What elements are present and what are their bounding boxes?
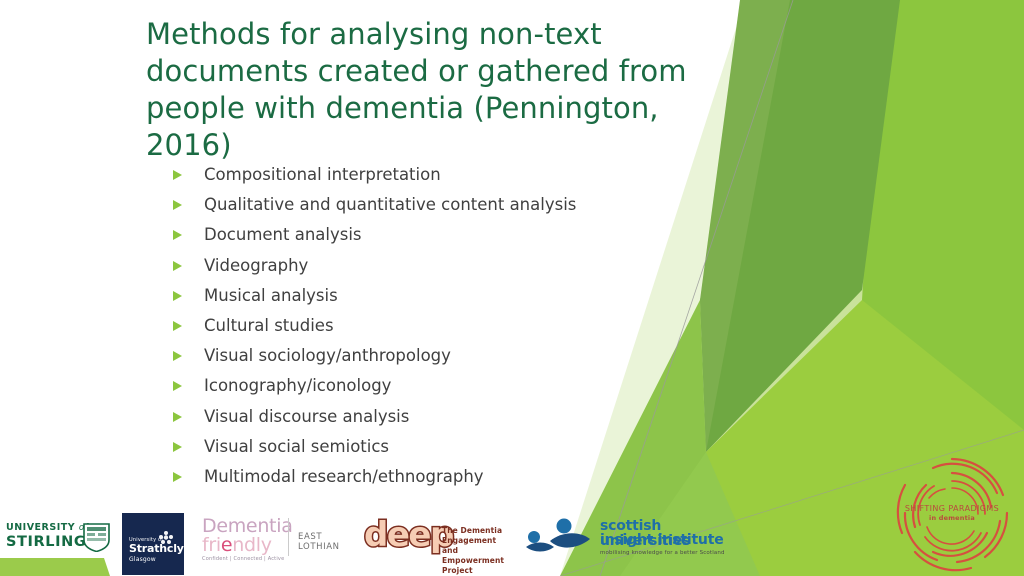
logo-shifting-paradigms: SHIFTING PARADIGMS in dementia [893, 455, 1011, 573]
dementia-friendly-divider [288, 518, 289, 556]
slide-title: Methods for analysing non-text documents… [146, 17, 687, 162]
suii-tagline: mobilising knowledge for a better Scotla… [600, 550, 725, 556]
list-item-label: Compositional interpretation [204, 165, 441, 184]
list-item: Iconography/iconology [170, 371, 790, 401]
deep-subtitle: The Dementia Engagement and Empowerment … [442, 526, 514, 576]
strathclyde-line-3: Glasgow [129, 555, 156, 563]
list-item-label: Document analysis [204, 225, 362, 245]
stirling-wordmark: UNIVERSITY of STIRLING [6, 522, 88, 551]
triangle-bullet-icon [173, 351, 182, 362]
list-item-label: Musical analysis [204, 285, 338, 305]
triangle-bullet-icon [173, 260, 182, 271]
suii-figures-icon [526, 518, 590, 552]
suii-line-2: insight institute [600, 532, 724, 548]
triangle-bullet-icon [173, 230, 182, 241]
list-item-label: Iconography/iconology [204, 376, 392, 396]
logo-university-of-stirling: UNIVERSITY of STIRLING [6, 521, 110, 555]
list-item: Compositional interpretation [170, 160, 790, 190]
list-item: Multimodal research/ethnography [170, 462, 790, 492]
deep-wordmark: deep [363, 515, 456, 555]
bullet-list: Compositional interpretation Qualitative… [170, 160, 790, 492]
list-item: Visual social semiotics [170, 432, 790, 462]
list-item-label: Videography [204, 255, 309, 275]
dementia-friendly-region: EAST LOTHIAN [298, 532, 340, 552]
list-item-label: Visual discourse analysis [204, 406, 410, 426]
list-item: Videography [170, 251, 790, 281]
presentation-slide: Methods for analysing non-text documents… [0, 0, 1024, 576]
list-item: Visual discourse analysis [170, 402, 790, 432]
stirling-line-1: UNIVERSITY of [6, 522, 88, 533]
list-item-label: Multimodal research/ethnography [204, 466, 484, 486]
dementia-friendly-line-2: friendly [202, 534, 272, 556]
list-item: Cultural studies [170, 311, 790, 341]
list-item: Musical analysis [170, 281, 790, 311]
dementia-friendly-tagline: Confident | Connected | Active [202, 556, 285, 562]
stirling-crest-icon [83, 523, 110, 552]
triangle-bullet-icon [173, 200, 182, 211]
logo-dementia-friendly-east-lothian: Dementia friendly Confident | Connected … [202, 514, 348, 566]
strathclyde-line-2: Strathclyde [129, 542, 199, 555]
list-item: Qualitative and quantitative content ana… [170, 190, 790, 220]
stirling-line-2: STIRLING [6, 534, 87, 550]
triangle-bullet-icon [173, 471, 182, 482]
logo-deep: deep The Dementia Engagement and Empower… [363, 515, 514, 576]
strathclyde-wordmark: University of Strathclyde Glasgow [129, 537, 199, 564]
triangle-bullet-icon [173, 290, 182, 301]
shifting-paradigms-line-1: SHIFTING PARADIGMS [904, 504, 1000, 513]
list-item: Visual sociology/anthropology [170, 341, 790, 371]
list-item-label: Visual sociology/anthropology [204, 346, 451, 366]
deep-subtitle-line-1: The Dementia Engagement [442, 526, 503, 545]
shifting-paradigms-line-2: in dementia [929, 514, 975, 522]
list-item: Document analysis [170, 220, 790, 250]
triangle-bullet-icon [173, 381, 182, 392]
list-item-label: Qualitative and quantitative content ana… [204, 195, 577, 215]
list-item-label: Cultural studies [204, 315, 334, 335]
triangle-bullet-icon [173, 170, 182, 181]
deep-subtitle-line-2: and Empowerment Project [442, 546, 505, 575]
logo-scottish-universities-insight-institute: scottish universities insight institute … [524, 513, 729, 563]
triangle-bullet-icon [173, 411, 182, 422]
triangle-bullet-icon [173, 441, 182, 452]
list-item-label: Visual social semiotics [204, 436, 390, 456]
logo-university-of-strathclyde: University of Strathclyde Glasgow [122, 513, 199, 575]
triangle-bullet-icon [173, 321, 182, 332]
